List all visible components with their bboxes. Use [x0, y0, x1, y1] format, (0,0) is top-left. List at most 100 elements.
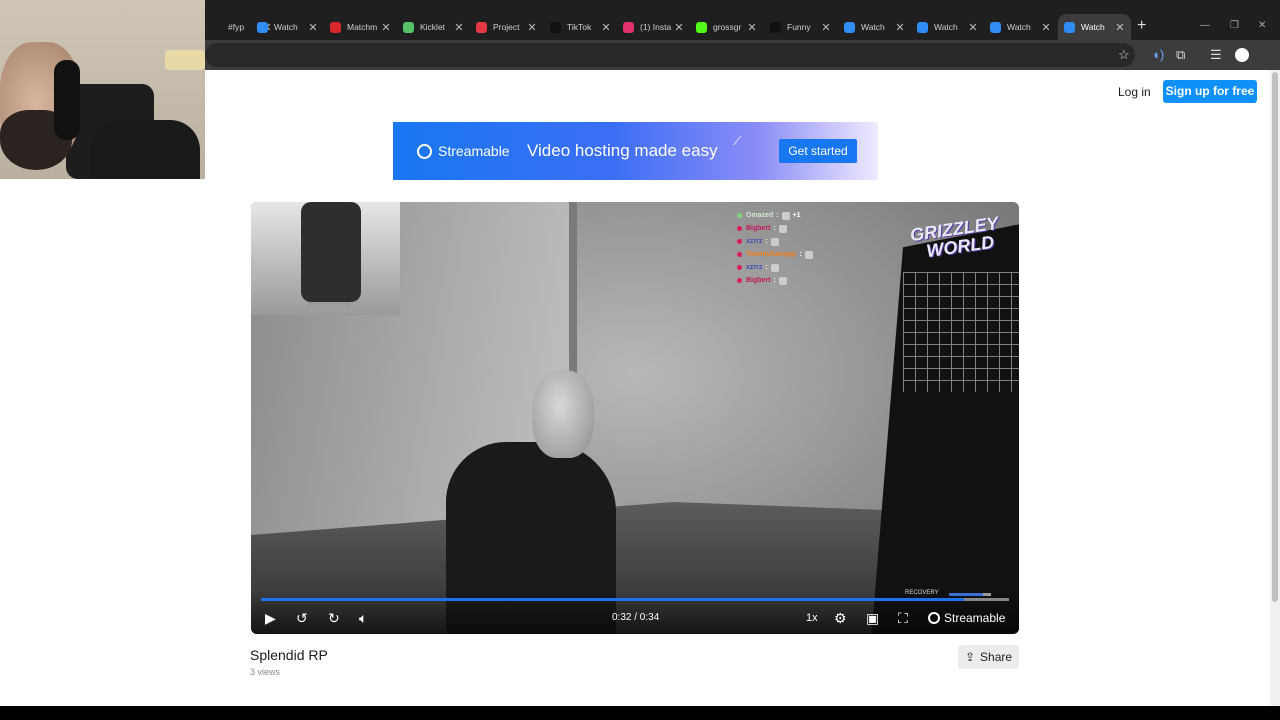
chat-username: xzrrz [746, 238, 763, 245]
profile-icon[interactable] [1235, 48, 1249, 62]
matchmaking-icon [330, 21, 341, 33]
settings-gear-icon[interactable]: ⚙ [834, 610, 847, 626]
chat-username: Bigbert [746, 225, 771, 232]
close-tab-icon[interactable]: ✕ [306, 21, 320, 34]
close-tab-icon[interactable]: ✕ [819, 21, 833, 34]
chat-username: xzrrz [746, 264, 763, 271]
webcam-lamp [165, 50, 205, 70]
browser-tab-title: Watch [1007, 22, 1031, 32]
browser-tab[interactable]: grossgr ✕ [690, 14, 763, 40]
webcam-figure [301, 202, 361, 302]
browser-tab[interactable]: Watch ✕ [838, 14, 911, 40]
volume-icon[interactable]: 🔈︎ [359, 610, 367, 626]
chat-badge-icon [737, 265, 742, 270]
browser-tab[interactable]: Funny ✕ [764, 14, 837, 40]
chat-badge-icon [737, 226, 742, 231]
close-tab-icon[interactable]: ✕ [599, 21, 613, 34]
streamable-icon [257, 21, 268, 33]
seek-bar[interactable] [261, 598, 1009, 601]
browser-tab-title: Watch [861, 22, 885, 32]
audio-icon[interactable]: ◖) [1152, 47, 1164, 63]
close-window-icon[interactable]: ✕ [1258, 20, 1266, 31]
close-tab-icon[interactable]: ✕ [452, 21, 466, 34]
streamable-icon [917, 21, 928, 33]
share-label: Share [980, 650, 1013, 664]
chat-separator: : [765, 264, 768, 271]
taskbar-strip [0, 706, 1280, 720]
chat-badge-icon [737, 252, 742, 257]
scrollbar-thumb[interactable] [1272, 72, 1278, 602]
video-window-grid [903, 272, 1019, 392]
browser-tab[interactable]: Watch ✕ [1058, 14, 1131, 40]
address-bar[interactable] [205, 43, 1135, 67]
playback-speed-button[interactable]: 1x [806, 612, 818, 624]
kick-icon [696, 21, 707, 33]
chat-badge-icon [737, 239, 742, 244]
share-button[interactable]: ⇪ Share [958, 645, 1019, 669]
close-tab-icon[interactable]: ✕ [1039, 21, 1053, 34]
kicklet-icon [403, 21, 414, 33]
chat-separator: : [765, 238, 768, 245]
close-tab-icon[interactable]: ✕ [893, 21, 907, 34]
get-started-button[interactable]: Get started [779, 139, 857, 163]
instagram-icon [623, 21, 634, 33]
browser-tab[interactable]: Kicklet ✕ [397, 14, 470, 40]
browser-tab[interactable]: (1) Insta ✕ [617, 14, 690, 40]
browser-tab-title: TikTok [567, 22, 592, 32]
streamer-webcam [0, 0, 205, 179]
seek-bar-fill [261, 598, 965, 601]
video-title: Splendid RP [250, 647, 328, 663]
chat-emote-icon [781, 211, 790, 220]
chat-message: xzrrz: [737, 235, 816, 248]
banner-tagline: Video hosting made easy [527, 141, 718, 160]
scrollbar[interactable] [1270, 70, 1280, 706]
chat-message: xzrrz: [737, 261, 816, 274]
close-tab-icon[interactable]: ✕ [966, 21, 980, 34]
browser-tab-title: Watch [1081, 22, 1105, 32]
close-tab-icon[interactable]: ✕ [379, 21, 393, 34]
browser-tab[interactable]: Watch ✕ [911, 14, 984, 40]
chat-separator: : [799, 251, 802, 258]
forward-10-icon[interactable]: ↻ [328, 610, 340, 626]
chat-message: Bigbert: [737, 222, 816, 235]
streamable-ad-banner[interactable]: Streamable Video hosting made easy ⟋ Get… [393, 122, 878, 180]
rewind-10-icon[interactable]: ↺ [296, 610, 308, 626]
close-tab-icon[interactable]: ✕ [672, 21, 686, 34]
browser-tab[interactable]: Matchm ✕ [324, 14, 397, 40]
browser-tab-title: Project [493, 22, 520, 32]
close-tab-icon[interactable]: ✕ [745, 21, 759, 34]
fullscreen-icon[interactable]: ⛶ [898, 610, 908, 626]
media-controls-icon[interactable]: ☰ [1210, 47, 1222, 63]
close-tab-icon[interactable]: ✕ [1113, 21, 1127, 34]
sparkle-icon: ⟋ [733, 134, 742, 148]
extensions-icon[interactable]: ⧉ [1176, 47, 1185, 63]
webcam-shirt [90, 120, 200, 179]
browser-tab-title: (1) Insta [640, 22, 672, 32]
chat-username: Omazed [746, 212, 774, 219]
signup-button[interactable]: Sign up for free [1163, 80, 1257, 103]
browser-tab[interactable]: TikTok ✕ [544, 14, 617, 40]
play-icon[interactable]: ▶ [265, 610, 276, 626]
chat-username: TommySampgr [746, 251, 797, 258]
browser-tab[interactable]: Watch ✕ [984, 14, 1057, 40]
login-link[interactable]: Log in [1118, 82, 1151, 102]
browser-tab[interactable]: Project ✕ [470, 14, 543, 40]
bookmark-star-icon[interactable]: ☆ [1118, 47, 1130, 63]
banner-brand: Streamable [438, 143, 510, 159]
view-count: 3 views [250, 667, 281, 677]
browser-tab-title: Watch [274, 22, 298, 32]
new-tab-button[interactable]: + [1137, 18, 1146, 34]
browser-tab-title: Matchm [347, 22, 378, 32]
streamable-watermark[interactable]: Streamable [928, 611, 1005, 625]
tiktok-icon [550, 21, 561, 33]
restore-icon[interactable]: ❐ [1230, 20, 1239, 31]
chat-message: Omazed: +1 [737, 209, 816, 222]
browser-tab[interactable]: Watch ✕ [251, 14, 324, 40]
close-tab-icon[interactable]: ✕ [525, 21, 539, 34]
picture-in-picture-icon[interactable]: ▣ [866, 610, 879, 626]
chat-emote-icon [778, 276, 787, 285]
minimize-icon[interactable]: — [1200, 20, 1210, 31]
youtube-icon [476, 21, 487, 33]
video-player[interactable]: Omazed: +1 Bigbert: xzrrz: TommySampgr: xzrrz… [251, 202, 1019, 634]
chat-message: Bigbert: [737, 274, 816, 287]
